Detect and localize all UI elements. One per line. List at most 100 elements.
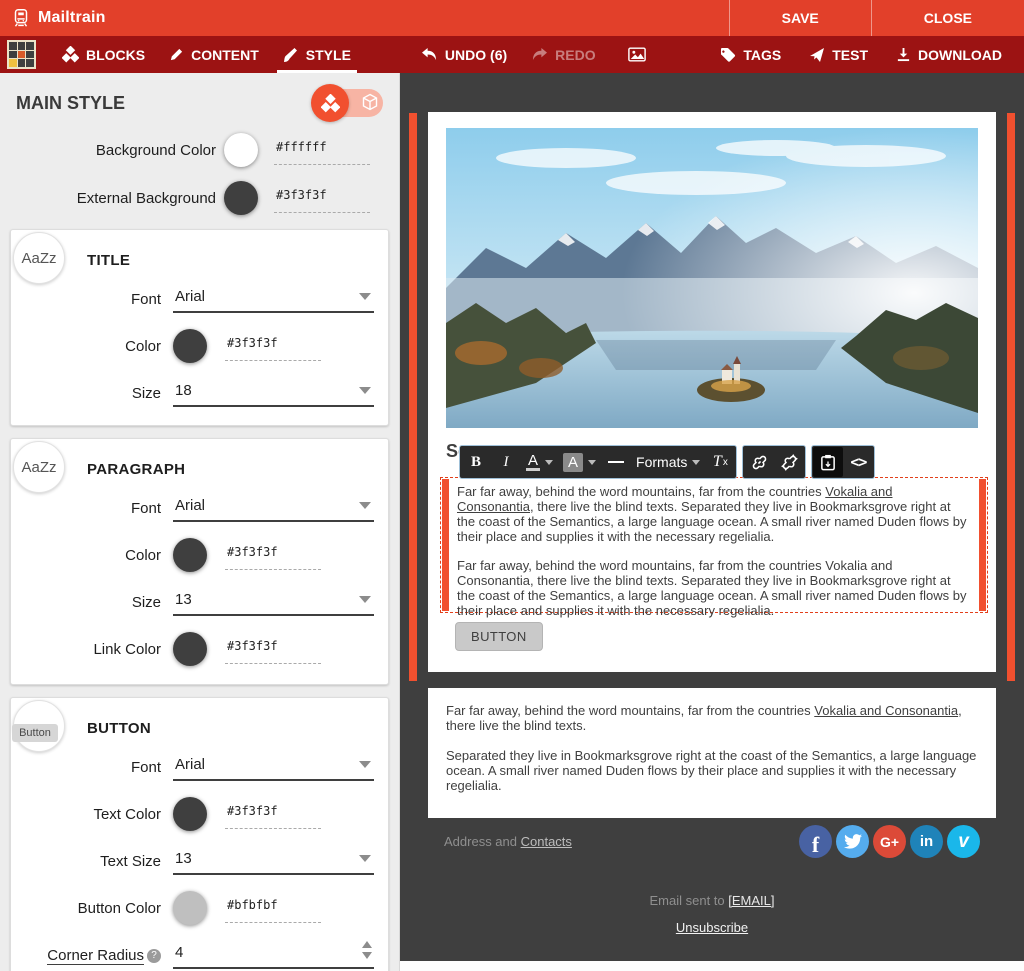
mosaico-logo [7,40,36,69]
title-size-select[interactable]: 18 [173,379,374,407]
paragraph-2[interactable]: Separated they live in Bookmarksgrove ri… [446,748,978,793]
paragraph-size-label: Size [25,594,173,611]
external-background-value[interactable]: #3f3f3f [276,188,327,202]
formats-dropdown[interactable]: Formats [631,447,705,477]
undo-button[interactable]: UNDO (6) [409,36,519,73]
button-text-color-value[interactable]: #3f3f3f [227,804,278,818]
paragraph-card-heading: PARAGRAPH [87,461,374,478]
redo-label: REDO [555,47,595,63]
tab-style[interactable]: STYLE [271,36,363,73]
source-code-button[interactable]: <> [843,447,873,477]
title-badge: AaZz [13,232,65,284]
test-button[interactable]: TEST [795,36,882,73]
email-main-block[interactable]: Se B I A A Formats Tx [428,112,996,672]
corner-radius-label[interactable]: Corner Radius? [25,947,173,964]
title-color-value[interactable]: #3f3f3f [227,336,278,350]
tag-icon [720,47,736,63]
paragraph-color-value[interactable]: #3f3f3f [227,545,278,559]
email-text-block[interactable]: Far far away, behind the word mountains,… [428,688,996,818]
paragraph-link-color-swatch[interactable] [173,632,207,666]
facebook-icon[interactable]: f [799,825,832,858]
button-card-heading: BUTTON [87,720,374,737]
tab-blocks[interactable]: BLOCKS [50,36,157,73]
save-button[interactable]: SAVE [729,0,871,36]
edit-region-bar-left [442,479,449,611]
button-color-value[interactable]: #bfbfbf [227,898,278,912]
style-panel: MAIN STYLE Background Color #ffffff Exte… [0,73,400,971]
button-badge: Button [13,700,65,752]
chevron-down-icon [359,293,371,300]
email-preview-area: Se B I A A Formats Tx [400,73,1024,971]
email-button[interactable]: BUTTON [455,622,543,651]
button-color-label: Button Color [25,900,173,917]
google-plus-icon[interactable]: G+ [873,825,906,858]
external-background-label: External Background [0,190,224,207]
tab-style-label: STYLE [306,47,351,63]
title-font-select[interactable]: Arial [173,285,374,313]
paragraph-1[interactable]: Far far away, behind the word mountains,… [457,484,971,544]
title-color-label: Color [25,338,173,355]
paragraph-font-select[interactable]: Arial [173,494,374,522]
hero-image[interactable] [446,128,978,428]
text-link[interactable]: Vokalia and Consonantia [814,703,958,718]
vimeo-icon[interactable]: v [947,825,980,858]
editable-text-block[interactable]: Far far away, behind the word mountains,… [440,477,988,613]
email-footer: Address and Contacts f G+ in v [428,825,996,858]
corner-radius-spinner[interactable] [362,941,372,959]
download-icon [896,47,911,62]
paragraph-link-color-value[interactable]: #3f3f3f [227,639,278,653]
tab-content[interactable]: CONTENT [157,36,271,73]
background-color-row: Background Color #ffffff [0,133,399,167]
paragraph-2[interactable]: Far far away, behind the word mountains,… [457,558,971,618]
paste-button[interactable] [813,447,843,477]
train-icon [10,7,32,29]
external-background-swatch[interactable] [224,181,258,215]
title-style-card: AaZz TITLE Font Arial Color #3f3f3f Size… [10,229,389,426]
unsubscribe-link[interactable]: Unsubscribe [676,920,748,935]
mailtrain-brand[interactable]: Mailtrain [0,7,106,29]
background-color-button[interactable]: A [558,447,601,477]
background-color-label: Background Color [0,142,224,159]
link-button[interactable] [744,447,774,477]
clear-formatting-button[interactable]: Tx [705,447,735,477]
button-text-size-select[interactable]: 13 [173,847,374,875]
tags-button[interactable]: TAGS [706,36,795,73]
editor-nav-bar: BLOCKS CONTENT STYLE UNDO (6) REDO [0,36,1024,73]
preview-bottom-scroll-strip[interactable] [400,961,1024,971]
background-color-value[interactable]: #ffffff [276,140,327,154]
block-selection-bar-left [409,113,417,681]
background-color-swatch[interactable] [224,133,258,167]
blocks-style-toggle[interactable] [311,84,349,122]
chevron-down-icon [359,855,371,862]
bold-button[interactable]: B [461,447,491,477]
image-icon [628,47,646,62]
email-sent-line: Email sent to [EMAIL] [428,893,996,908]
button-font-select[interactable]: Arial [173,753,374,781]
italic-button[interactable]: I [491,447,521,477]
title-color-swatch[interactable] [173,329,207,363]
button-color-swatch[interactable] [173,891,207,925]
style-scope-toggle[interactable] [311,87,383,119]
button-text-color-swatch[interactable] [173,797,207,831]
email-token-link[interactable]: [EMAIL] [728,893,774,908]
button-font-label: Font [25,759,173,776]
close-button[interactable]: CLOSE [871,0,1024,36]
chevron-down-icon [359,387,371,394]
twitter-icon[interactable] [836,825,869,858]
redo-button[interactable]: REDO [519,36,607,73]
text-color-button[interactable]: A [521,447,558,477]
paragraph-1[interactable]: Far far away, behind the word mountains,… [446,703,978,733]
corner-radius-input[interactable]: 4 [173,941,374,969]
text-editor-toolbar: B I A A Formats Tx [459,445,875,479]
unlink-button[interactable] [774,447,804,477]
download-button[interactable]: DOWNLOAD [882,36,1016,73]
contacts-link[interactable]: Contacts [521,834,572,849]
chevron-down-icon [359,761,371,768]
paragraph-size-select[interactable]: 13 [173,588,374,616]
linkedin-icon[interactable]: in [910,825,943,858]
horizontal-rule-button[interactable] [601,447,631,477]
image-gallery-button[interactable] [616,36,658,73]
paragraph-font-label: Font [25,500,173,517]
paragraph-color-swatch[interactable] [173,538,207,572]
help-icon[interactable]: ? [147,949,161,963]
